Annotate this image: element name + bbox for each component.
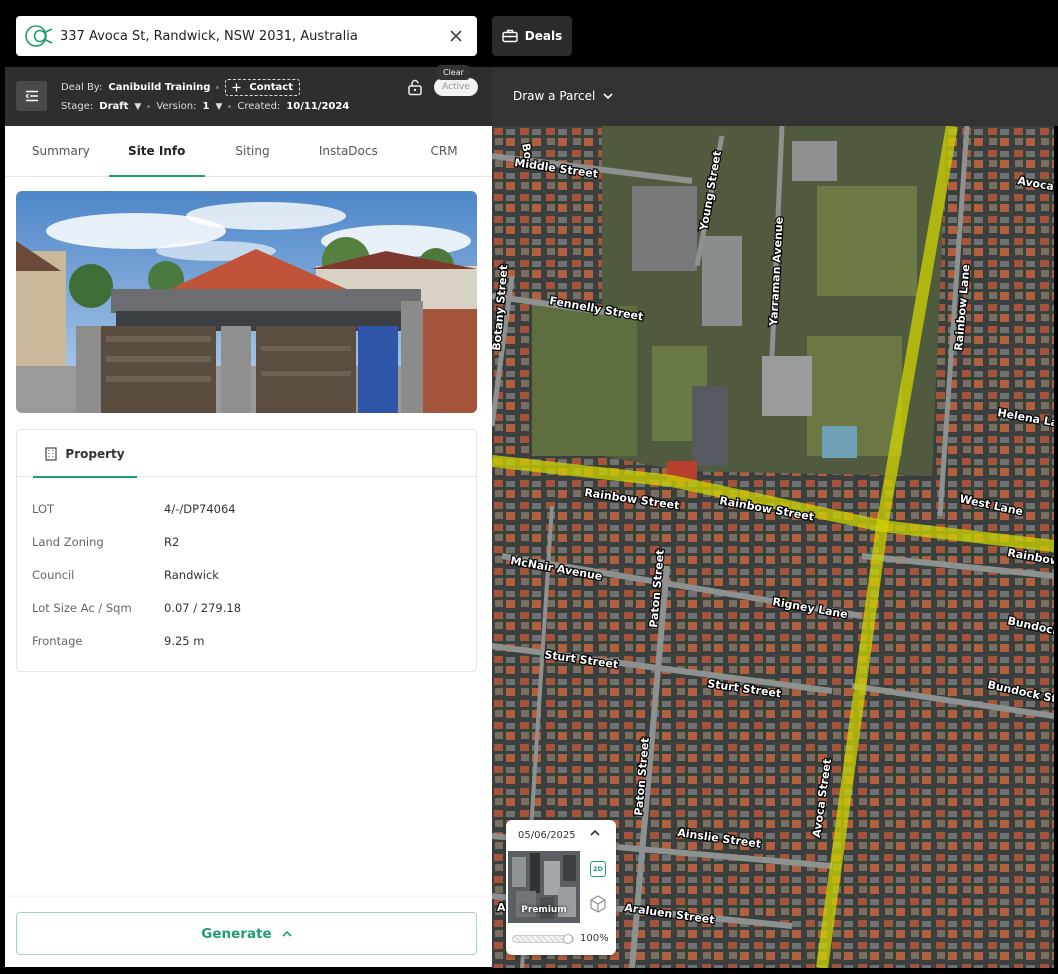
building-icon bbox=[45, 446, 58, 461]
separator-dot bbox=[216, 86, 220, 89]
close-icon bbox=[450, 30, 462, 42]
property-card-tabs: Property bbox=[17, 430, 476, 478]
deal-tabs: Summary Site Info Siting InstaDocs CRM bbox=[5, 126, 492, 177]
chevron-down-icon: ▼ bbox=[134, 102, 142, 112]
unlock-button[interactable] bbox=[406, 78, 424, 96]
generate-button-label: Generate bbox=[201, 925, 272, 942]
property-row: LOT 4/-/DP74064 bbox=[17, 492, 476, 525]
collapse-panel-button[interactable] bbox=[16, 81, 47, 111]
deal-by-value: Canibuild Training bbox=[108, 82, 211, 93]
tab-site-info[interactable]: Site Info bbox=[108, 126, 205, 177]
deals-button-label: Deals bbox=[524, 29, 563, 43]
cube-icon bbox=[590, 895, 606, 913]
map-toolbar: Draw a Parcel bbox=[492, 67, 1058, 126]
row-label: Frontage bbox=[32, 633, 83, 648]
plus-icon bbox=[232, 83, 241, 92]
chevron-up-icon bbox=[590, 829, 600, 836]
app-root: 337 Avoca St, Randwick, NSW 2031, Austra… bbox=[0, 0, 1058, 974]
version-dropdown[interactable]: 1 ▼ bbox=[202, 101, 222, 112]
tab-siting[interactable]: Siting bbox=[205, 126, 301, 176]
deals-button[interactable]: Deals bbox=[492, 16, 572, 56]
imagery-layer-label: Premium bbox=[521, 905, 567, 915]
chevron-up-icon bbox=[282, 930, 292, 937]
property-row: Council Randwick bbox=[17, 558, 476, 591]
imagery-layer-thumbnail[interactable]: Premium bbox=[508, 851, 580, 923]
menu-collapse-icon bbox=[24, 90, 38, 102]
generate-footer: Generate bbox=[5, 897, 492, 967]
stage-dropdown[interactable]: Draft ▼ bbox=[99, 101, 141, 112]
imagery-date-widget: 05/06/2025 Premium 2D 100% bbox=[506, 820, 616, 955]
property-row: Lot Size Ac / Sqm 0.07 / 279.18 bbox=[17, 591, 476, 624]
property-details: LOT 4/-/DP74064 Land Zoning R2 Council Rand… bbox=[17, 477, 476, 657]
row-label: Land Zoning bbox=[32, 534, 104, 549]
deal-panel: Deal By: Canibuild Training Contact Stag… bbox=[5, 67, 492, 967]
draw-parcel-label: Draw a Parcel bbox=[513, 89, 596, 103]
version-value: 1 bbox=[202, 101, 210, 112]
deal-owner-line: Deal By: Canibuild Training Contact bbox=[61, 79, 300, 96]
row-value: 9.25 m bbox=[164, 633, 205, 648]
unlock-icon bbox=[408, 79, 422, 96]
separator-dot bbox=[228, 105, 232, 108]
canibuild-logo-icon bbox=[24, 23, 54, 49]
view-3d-button[interactable] bbox=[588, 894, 608, 914]
property-row: Frontage 9.25 m bbox=[17, 624, 476, 657]
deal-by-label: Deal By: bbox=[61, 82, 103, 93]
row-label: LOT bbox=[32, 501, 55, 516]
deal-header: Deal By: Canibuild Training Contact Stag… bbox=[5, 67, 492, 126]
property-card: Property LOT 4/-/DP74064 Land Zoning R2 Co… bbox=[16, 429, 477, 672]
row-value: R2 bbox=[164, 534, 180, 549]
generate-button[interactable]: Generate bbox=[16, 912, 477, 955]
property-street-photo bbox=[16, 191, 477, 413]
row-value: 0.07 / 279.18 bbox=[164, 600, 242, 615]
street-label: A bbox=[497, 901, 506, 914]
imagery-date-dropdown[interactable]: 05/06/2025 bbox=[506, 820, 616, 850]
stage-label: Stage: bbox=[61, 101, 94, 112]
row-value: Randwick bbox=[164, 567, 219, 582]
row-label: Council bbox=[32, 567, 75, 582]
add-contact-button[interactable]: Contact bbox=[225, 79, 300, 96]
tab-crm[interactable]: CRM bbox=[396, 126, 492, 176]
briefcase-icon bbox=[502, 29, 518, 43]
tab-property[interactable]: Property bbox=[33, 430, 137, 478]
separator-dot bbox=[147, 105, 151, 108]
address-search-input[interactable]: 337 Avoca St, Randwick, NSW 2031, Austra… bbox=[60, 29, 445, 44]
view-2d-button[interactable]: 2D bbox=[590, 861, 606, 877]
chevron-down-icon: ▼ bbox=[215, 102, 223, 112]
deal-meta-line: Stage: Draft ▼ Version: 1 ▼ Created: 10/11… bbox=[61, 101, 349, 112]
stage-value: Draft bbox=[99, 101, 129, 112]
opacity-slider-handle[interactable] bbox=[563, 934, 573, 944]
version-label: Version: bbox=[156, 101, 197, 112]
property-tab-label: Property bbox=[65, 446, 125, 461]
clear-tooltip: Clear bbox=[437, 65, 470, 80]
row-label: Lot Size Ac / Sqm bbox=[32, 600, 132, 615]
add-contact-label: Contact bbox=[249, 82, 293, 93]
property-row: Land Zoning R2 bbox=[17, 525, 476, 558]
imagery-date: 05/06/2025 bbox=[518, 829, 576, 841]
tab-summary[interactable]: Summary bbox=[13, 126, 109, 176]
address-search-bar[interactable]: 337 Avoca St, Randwick, NSW 2031, Austra… bbox=[16, 16, 477, 56]
draw-parcel-dropdown[interactable]: Draw a Parcel bbox=[513, 89, 613, 103]
status-badge[interactable]: Active bbox=[434, 78, 478, 96]
created-value: 10/11/2024 bbox=[286, 101, 350, 112]
created-label: Created: bbox=[237, 101, 281, 112]
clear-search-button[interactable] bbox=[445, 25, 467, 47]
chevron-down-icon bbox=[603, 92, 613, 99]
opacity-value: 100% bbox=[580, 933, 609, 944]
opacity-slider[interactable] bbox=[512, 934, 574, 944]
row-value: 4/-/DP74064 bbox=[164, 501, 236, 516]
tab-instadocs[interactable]: InstaDocs bbox=[300, 126, 396, 176]
